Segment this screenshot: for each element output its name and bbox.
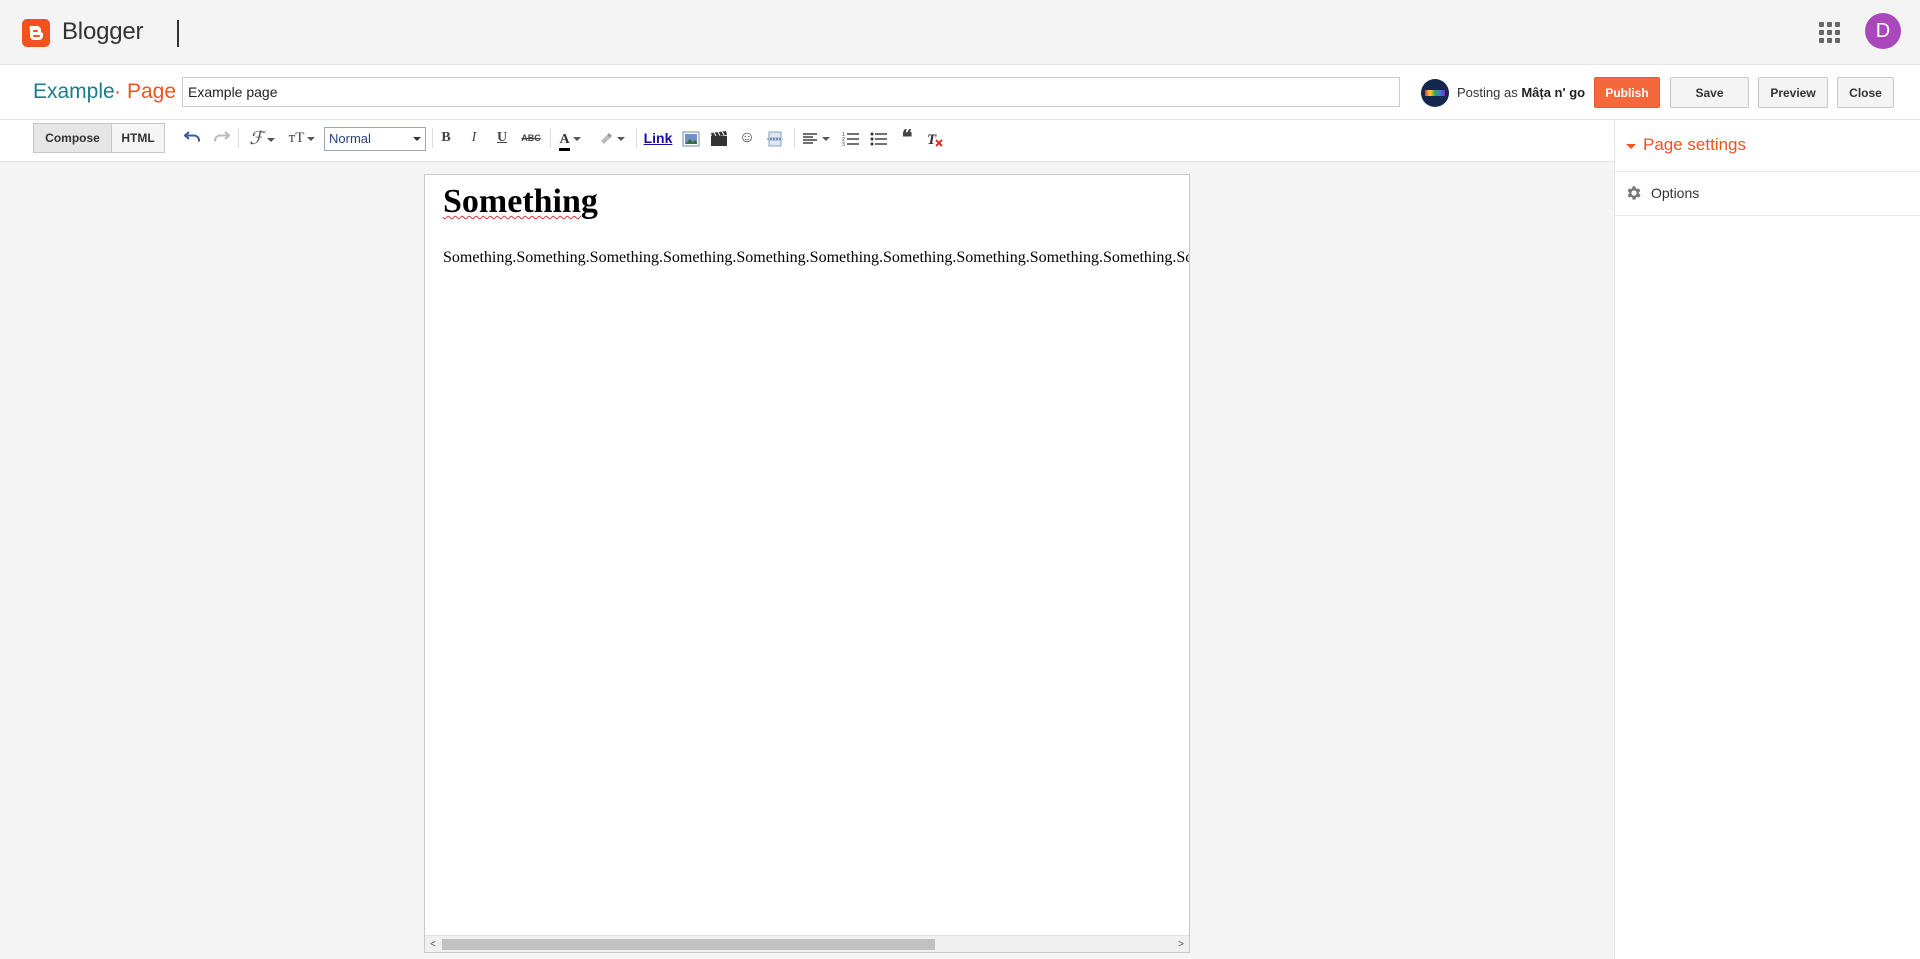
posting-as-label: Posting as Mâța n' go (1457, 85, 1586, 100)
underline-button[interactable]: U (492, 126, 512, 150)
page-settings-panel: Page settings Options (1614, 120, 1920, 959)
quote-icon[interactable]: ❝ (896, 126, 918, 150)
breadcrumb-separator: · (114, 80, 121, 103)
font-size-icon[interactable]: тT (284, 126, 320, 150)
scroll-left-icon[interactable]: < (426, 938, 440, 951)
undo-icon[interactable] (182, 126, 204, 150)
page-settings-title: Page settings (1643, 135, 1747, 154)
bulleted-list-icon[interactable] (868, 126, 890, 150)
header-divider (177, 20, 179, 47)
svg-text:T: T (927, 132, 937, 147)
toolbar-divider (550, 128, 551, 148)
alignment-icon[interactable] (800, 126, 832, 150)
scrollbar-thumb[interactable] (442, 939, 935, 950)
redo-icon[interactable] (210, 126, 232, 150)
toolbar-divider (432, 128, 433, 148)
scroll-right-icon[interactable]: > (1174, 938, 1188, 951)
gear-icon (1627, 186, 1641, 200)
poster-name: Mâța n' go (1521, 85, 1586, 100)
blogger-logo-icon[interactable] (22, 19, 50, 47)
close-button[interactable]: Close (1837, 77, 1894, 108)
preview-button[interactable]: Preview (1758, 77, 1828, 108)
horizontal-scrollbar[interactable]: < > (425, 935, 1189, 952)
strikethrough-button[interactable]: ABC (518, 126, 544, 150)
toolbar-divider (794, 128, 795, 148)
breadcrumb-page: Page (127, 80, 177, 103)
insert-jump-break-icon[interactable] (764, 126, 786, 150)
compose-mode-button[interactable]: Compose (33, 123, 111, 153)
options-item[interactable]: Options (1615, 172, 1920, 216)
editor-header: Example · Page Posting as Mâța n' go Pub… (0, 65, 1920, 120)
blog-title-link[interactable]: Example (33, 80, 115, 104)
italic-button[interactable]: I (464, 126, 484, 150)
bold-button[interactable]: B (436, 126, 456, 150)
document-paragraph[interactable]: Something.Something.Something.Something.… (443, 249, 1189, 267)
chevron-down-icon (413, 137, 421, 141)
caret-down-icon (1626, 144, 1636, 149)
options-label: Options (1651, 185, 1700, 201)
paragraph-format-select[interactable]: Normal (324, 127, 426, 151)
toolbar-divider (238, 128, 239, 148)
document-heading[interactable]: Something (443, 183, 598, 221)
poster-avatar (1421, 79, 1449, 107)
publish-button[interactable]: Publish (1594, 77, 1660, 108)
text-color-icon[interactable]: A (554, 126, 586, 151)
highlight-color-icon[interactable] (594, 126, 628, 150)
editor-workspace: Something Something.Something.Something.… (0, 162, 1614, 959)
compose-editor[interactable]: Something Something.Something.Something.… (424, 174, 1190, 953)
font-family-icon[interactable]: ℱ (244, 126, 280, 150)
html-mode-button[interactable]: HTML (111, 123, 165, 153)
save-button[interactable]: Save (1670, 77, 1749, 108)
apps-grid-icon[interactable] (1818, 21, 1842, 45)
remove-formatting-icon[interactable]: T (924, 126, 946, 150)
insert-video-icon[interactable] (708, 126, 730, 150)
insert-link-button[interactable]: Link (642, 126, 674, 150)
brand-name[interactable]: Blogger (62, 18, 144, 46)
svg-text:3: 3 (842, 142, 845, 147)
top-bar: Blogger D (0, 0, 1920, 65)
toolbar-divider (636, 128, 637, 148)
page-settings-toggle[interactable]: Page settings (1615, 120, 1920, 172)
insert-image-icon[interactable] (680, 126, 702, 150)
numbered-list-icon[interactable]: 123 (840, 126, 862, 150)
account-avatar[interactable]: D (1865, 13, 1901, 49)
insert-emoji-icon[interactable]: ☺ (736, 126, 758, 150)
editor-toolbar: Compose HTML ℱ тT Normal B I U ABC A Lin… (0, 120, 1614, 162)
page-title-input[interactable] (182, 77, 1400, 107)
